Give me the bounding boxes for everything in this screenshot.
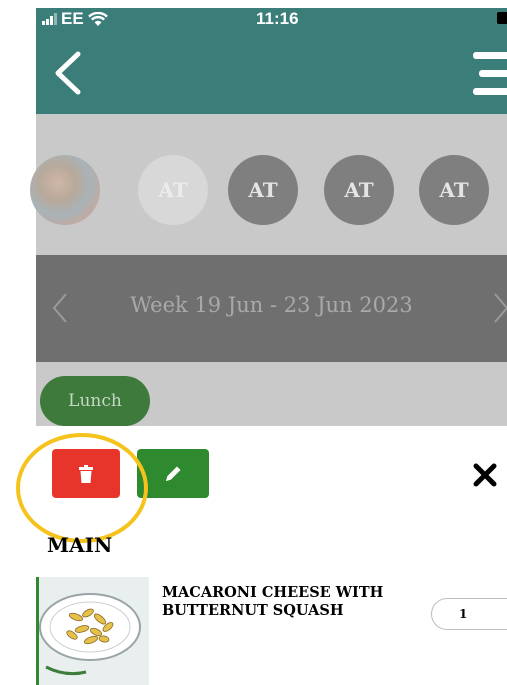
close-button[interactable] <box>470 460 500 490</box>
avatar[interactable]: AT <box>228 155 298 225</box>
hamburger-menu-icon[interactable] <box>473 52 507 96</box>
clock: 11:16 <box>256 9 299 28</box>
avatar-photo[interactable] <box>30 155 100 225</box>
avatar-initials: AT <box>344 178 374 202</box>
pencil-icon <box>166 466 181 481</box>
avatar-initials: AT <box>439 178 469 202</box>
week-selector: Week 19 Jun - 23 Jun 2023 <box>36 255 507 362</box>
avatars-row: AT AT AT AT <box>30 155 507 225</box>
highlight-annotation <box>16 433 148 543</box>
close-icon <box>473 463 497 487</box>
signal-icon <box>42 13 57 25</box>
battery-icon <box>497 12 507 24</box>
wifi-icon <box>87 11 108 26</box>
week-label: Week 19 Jun - 23 Jun 2023 <box>130 293 413 317</box>
back-button[interactable] <box>50 50 90 96</box>
carrier-label: EE <box>61 9 84 28</box>
carrier-group: EE <box>42 9 108 29</box>
chevron-left-icon <box>55 51 81 95</box>
week-next-button[interactable] <box>493 291 507 325</box>
dish-illustration <box>36 577 141 685</box>
meal-tab-lunch[interactable]: Lunch <box>40 376 150 426</box>
quantity-value: 1 <box>459 607 468 621</box>
avatar[interactable]: AT <box>138 155 208 225</box>
avatar-initials: AT <box>248 178 278 202</box>
dish-name: MACARONI CHEESE WITH BUTTERNUT SQUASH <box>162 584 384 619</box>
avatar-initials: AT <box>158 178 188 202</box>
quantity-field[interactable]: 1 <box>431 598 507 630</box>
status-bar: EE 11:16 <box>36 8 507 30</box>
dish-image <box>36 577 149 685</box>
section-title: MAIN <box>47 533 113 557</box>
dimmed-content: AT AT AT AT Week 19 Jun - 23 Jun 2023 Lu… <box>30 114 507 426</box>
chevron-right-icon <box>494 293 507 323</box>
avatar[interactable]: AT <box>419 155 489 225</box>
avatar[interactable]: AT <box>324 155 394 225</box>
app-header <box>36 30 507 114</box>
